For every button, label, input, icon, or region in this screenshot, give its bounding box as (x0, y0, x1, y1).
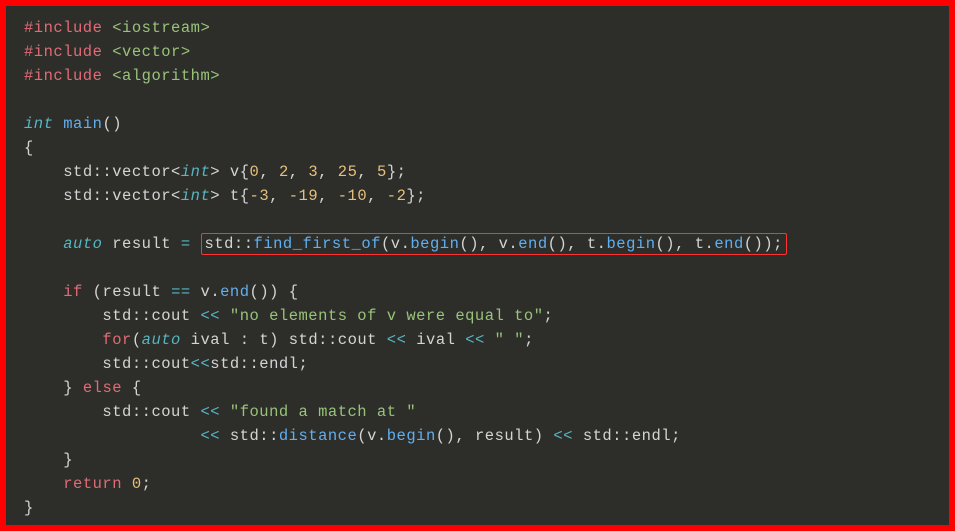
preprocessor: #include (24, 67, 102, 85)
string-literal: "no elements of v were equal to" (230, 307, 544, 325)
code-editor: #include <iostream> #include <vector> #i… (6, 6, 949, 525)
preprocessor: #include (24, 43, 102, 61)
code-line: int main() (24, 112, 931, 136)
include-header: <iostream> (112, 19, 210, 37)
code-line: std::cout << "found a match at " (24, 400, 931, 424)
type-keyword: int (24, 115, 53, 133)
code-line: << std::distance(v.begin(), result) << s… (24, 424, 931, 448)
code-line: std::vector<int> v{0, 2, 3, 25, 5}; (24, 160, 931, 184)
code-line: auto result = std::find_first_of(v.begin… (24, 232, 931, 256)
auto-keyword: auto (63, 235, 102, 253)
highlighted-expression: std::find_first_of(v.begin(), v.end(), t… (201, 233, 787, 255)
code-line: } else { (24, 376, 931, 400)
preprocessor: #include (24, 19, 102, 37)
code-line: } (24, 448, 931, 472)
for-keyword: for (102, 331, 131, 349)
code-line: #include <iostream> (24, 16, 931, 40)
function-name: main (63, 115, 102, 133)
code-line: { (24, 136, 931, 160)
code-line: std::vector<int> t{-3, -19, -10, -2}; (24, 184, 931, 208)
code-line: #include <algorithm> (24, 64, 931, 88)
include-header: <vector> (112, 43, 190, 61)
code-line: std::cout << "no elements of v were equa… (24, 304, 931, 328)
blank-line (24, 208, 931, 232)
return-keyword: return (63, 475, 122, 493)
code-line: return 0; (24, 472, 931, 496)
string-literal: "found a match at " (230, 403, 416, 421)
code-line: std::cout<<std::endl; (24, 352, 931, 376)
blank-line (24, 256, 931, 280)
code-line: } (24, 496, 931, 520)
code-line: for(auto ival : t) std::cout << ival << … (24, 328, 931, 352)
include-header: <algorithm> (112, 67, 220, 85)
code-line: if (result == v.end()) { (24, 280, 931, 304)
code-line: #include <vector> (24, 40, 931, 64)
blank-line (24, 88, 931, 112)
if-keyword: if (63, 283, 83, 301)
else-keyword: else (83, 379, 122, 397)
return-value: 0 (132, 475, 142, 493)
